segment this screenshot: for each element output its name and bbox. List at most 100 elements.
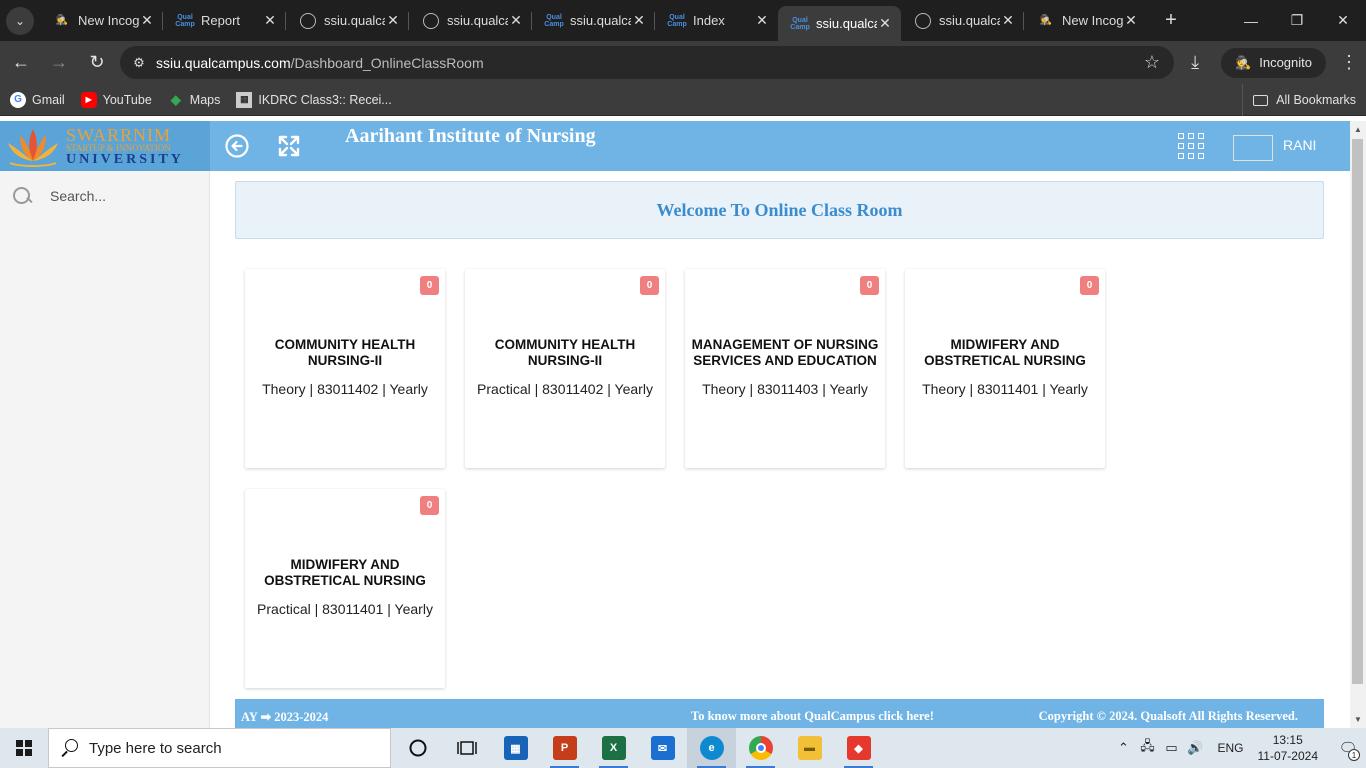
sidebar [0, 171, 210, 728]
close-icon[interactable]: ✕ [877, 15, 893, 32]
course-title: COMMUNITY HEALTH NURSING-II [274, 337, 416, 368]
bookmark-maps[interactable]: ◆ Maps [168, 92, 221, 108]
tab-active[interactable]: QualCamp ssiu.qualcampus.com ✕ [778, 6, 901, 41]
notification-icon[interactable]: 🗨 1 [1330, 739, 1366, 761]
bookmark-youtube[interactable]: ▶ YouTube [80, 91, 152, 108]
tab[interactable]: Qual Camp Report ✕ [163, 0, 286, 41]
store-icon[interactable]: ▦ [491, 728, 540, 768]
scroll-thumb[interactable] [1352, 139, 1363, 684]
notification-badge: 0 [420, 496, 439, 515]
tab[interactable]: ssiu.qualcampus.com ✕ [409, 0, 532, 41]
avatar[interactable] [1233, 135, 1273, 161]
url-text[interactable]: ssiu.qualcampus.com/Dashboard_OnlineClas… [156, 55, 484, 71]
tab[interactable]: 🕵 New Incognito Tab ✕ [1024, 0, 1147, 41]
globe-icon [915, 12, 931, 29]
menu-icon[interactable]: ⋮ [1332, 52, 1366, 73]
battery-icon[interactable]: ▭ [1159, 740, 1183, 756]
course-card[interactable]: 0 MANAGEMENT OF NURSING SERVICES AND EDU… [685, 269, 885, 468]
reload-icon[interactable]: ↻ [80, 46, 114, 80]
start-button[interactable] [0, 728, 48, 768]
taskbar-apps: ▦ P X ✉ e ▬ ◆ [393, 728, 883, 768]
close-icon[interactable]: ✕ [262, 12, 278, 29]
back-icon[interactable]: ← [4, 46, 38, 80]
search-input[interactable] [50, 188, 190, 204]
close-icon[interactable]: ✕ [139, 12, 155, 29]
page-footer: AY ➡ 2023-2024 To know more about QualCa… [235, 699, 1324, 728]
scroll-down-icon[interactable]: ▼ [1354, 715, 1362, 724]
close-icon[interactable]: ✕ [385, 12, 401, 29]
edge-icon[interactable]: e [687, 728, 736, 768]
university-logo[interactable]: SWARRNIM STARTUP & INNOVATION UNIVERSITY [0, 121, 210, 171]
tab-title: Index [693, 13, 725, 28]
folder-icon [1253, 94, 1269, 106]
file-explorer-icon[interactable]: ▬ [785, 728, 834, 768]
notification-badge: 0 [1080, 276, 1099, 295]
google-icon: G [10, 91, 26, 108]
cortana-icon[interactable] [393, 728, 442, 768]
tab[interactable]: ssiu.qualcampus.com ✕ [901, 0, 1024, 41]
course-card[interactable]: 0 COMMUNITY HEALTH NURSING-II Practical … [465, 269, 665, 468]
language-indicator[interactable]: ENG [1217, 741, 1243, 755]
back-circle-icon[interactable] [223, 132, 251, 160]
task-view-icon[interactable] [442, 728, 491, 768]
scroll-up-icon[interactable]: ▲ [1354, 125, 1362, 134]
close-icon[interactable]: ✕ [631, 12, 647, 29]
close-icon[interactable]: ✕ [754, 12, 770, 29]
incognito-indicator[interactable]: 🕵 Incognito [1221, 47, 1326, 78]
course-card[interactable]: 0 MIDWIFERY AND OBSTRETICAL NURSING Prac… [245, 489, 445, 688]
course-subtitle: Practical | 83011402 | Yearly [477, 381, 653, 397]
sidebar-search [0, 171, 209, 221]
course-title: MIDWIFERY AND OBSTRETICAL NURSING [264, 557, 426, 588]
tab[interactable]: ssiu.qualcampus.com ✕ [286, 0, 409, 41]
page-scrollbar[interactable]: ▲ ▼ [1350, 121, 1366, 728]
tab-title: New Incognito Tab [1062, 13, 1123, 28]
volume-icon[interactable]: 🔊 [1183, 740, 1207, 756]
course-title: MIDWIFERY AND OBSTRETICAL NURSING [924, 337, 1086, 368]
minimize-icon[interactable]: — [1228, 0, 1274, 41]
new-tab-button[interactable]: + [1157, 9, 1185, 32]
lotus-logo-icon [0, 121, 66, 171]
tab-search-button[interactable]: ⌄ [6, 6, 34, 35]
address-bar[interactable]: ⚙ ssiu.qualcampus.com/Dashboard_OnlineCl… [120, 46, 1174, 79]
close-window-icon[interactable]: ✕ [1320, 0, 1366, 41]
user-name[interactable]: RANI [1283, 137, 1316, 153]
academic-year: AY ➡ 2023-2024 [241, 710, 329, 724]
restore-icon[interactable]: ❐ [1274, 0, 1320, 41]
site-info-icon[interactable]: ⚙ [124, 55, 154, 71]
taskbar-search[interactable]: Type here to search [48, 728, 391, 768]
excel-icon[interactable]: X [589, 728, 638, 768]
close-icon[interactable]: ✕ [1000, 12, 1016, 29]
tab[interactable]: 🕵 New Incognito Tab ✕ [40, 0, 163, 41]
mail-icon[interactable]: ✉ [638, 728, 687, 768]
tab-title: ssiu.qualcampus.com [570, 13, 631, 28]
clock[interactable]: 13:15 11-07-2024 [1258, 732, 1319, 764]
qualcampus-link[interactable]: To know more about QualCampus click here… [691, 709, 934, 724]
apps-grid-icon[interactable] [1178, 133, 1204, 159]
bookmark-star-icon[interactable]: ☆ [1144, 52, 1160, 73]
fullscreen-icon[interactable] [275, 132, 303, 160]
bookmark-gmail[interactable]: G Gmail [10, 91, 65, 108]
chrome-icon[interactable] [736, 728, 785, 768]
tab[interactable]: Qual Camp Index ✕ [655, 0, 778, 41]
bookmark-ikdrc[interactable]: ▦ IKDRC Class3:: Recei... [236, 91, 392, 108]
powerpoint-icon[interactable]: P [540, 728, 589, 768]
chevron-up-icon[interactable]: ⌃ [1111, 740, 1135, 756]
tab[interactable]: QualCamp ssiu.qualcampus.com ✕ [532, 0, 655, 41]
all-bookmarks[interactable]: All Bookmarks [1242, 84, 1356, 116]
course-card[interactable]: 0 COMMUNITY HEALTH NURSING-II Theory | 8… [245, 269, 445, 468]
tab-title: New Incognito Tab [78, 13, 139, 28]
search-icon [12, 186, 32, 206]
download-icon[interactable]: ⤓ [1175, 52, 1215, 73]
youtube-icon: ▶ [80, 91, 97, 108]
anydesk-icon[interactable]: ◆ [834, 728, 883, 768]
course-subtitle: Practical | 83011401 | Yearly [257, 601, 433, 617]
toolbar-right: ⤓ 🕵 Incognito ⋮ [1175, 41, 1366, 84]
course-subtitle: Theory | 83011402 | Yearly [262, 381, 428, 397]
forward-icon[interactable]: → [42, 46, 76, 80]
maps-icon: ◆ [170, 91, 181, 107]
course-card[interactable]: 0 MIDWIFERY AND OBSTRETICAL NURSING Theo… [905, 269, 1105, 468]
close-icon[interactable]: ✕ [508, 12, 524, 29]
close-icon[interactable]: ✕ [1123, 12, 1139, 29]
course-title: MANAGEMENT OF NURSING SERVICES AND EDUCA… [691, 337, 879, 368]
network-icon[interactable]: 🖧 [1135, 737, 1159, 759]
